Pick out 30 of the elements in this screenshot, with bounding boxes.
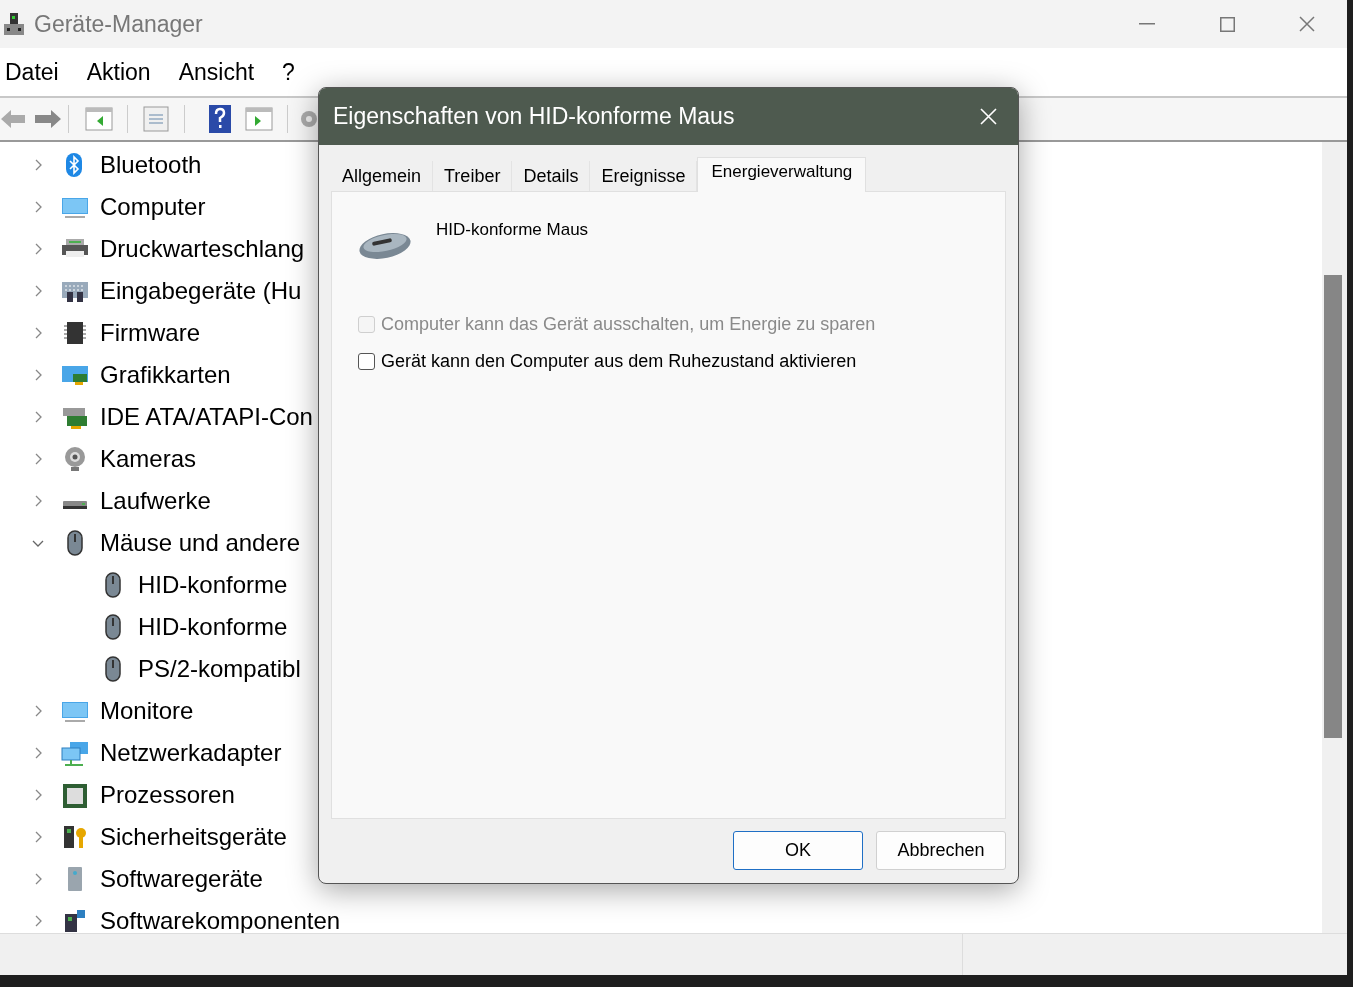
- tree-item[interactable]: Prozessoren: [100, 777, 235, 813]
- tree-item[interactable]: HID-konforme: [138, 567, 288, 603]
- tree-item[interactable]: Grafikkarten: [100, 357, 231, 393]
- tree-item[interactable]: Kameras: [100, 441, 197, 477]
- tree-item[interactable]: Softwaregeräte: [100, 861, 263, 897]
- tab[interactable]: Energieverwaltung: [697, 157, 867, 192]
- window-title: Geräte-Manager: [34, 9, 203, 39]
- tree-item[interactable]: Eingabegeräte (Hu: [100, 273, 302, 309]
- tree-item[interactable]: PS/2-kompatibl: [138, 651, 301, 687]
- checkbox-label: Computer kann das Gerät ausschalten, um Energie zu sparen: [381, 313, 876, 336]
- dialog-button[interactable]: OK: [733, 831, 863, 870]
- tree-item[interactable]: Sicherheitsgeräte: [100, 819, 287, 855]
- tree-item[interactable]: Druckwarteschlang: [100, 231, 305, 267]
- menu-item[interactable]: Datei: [0, 54, 64, 90]
- dialog-button[interactable]: Abbrechen: [876, 831, 1006, 870]
- dialog-title: Eigenschaften von HID-konforme Maus: [333, 102, 735, 132]
- tree-item[interactable]: Netzwerkadapter: [100, 735, 282, 771]
- checkbox-label: Gerät kann den Computer aus dem Ruhezustand aktivieren: [381, 350, 857, 373]
- tree-item[interactable]: IDE ATA/ATAPI-Con: [100, 399, 313, 435]
- tree-item[interactable]: Laufwerke: [100, 483, 211, 519]
- tree-item[interactable]: Firmware: [100, 315, 200, 351]
- tree-item[interactable]: Bluetooth: [100, 147, 202, 183]
- tree-item[interactable]: Mäuse und andere: [100, 525, 301, 561]
- tree-item[interactable]: HID-konforme: [138, 609, 288, 645]
- tree-item[interactable]: Monitore: [100, 693, 194, 729]
- tree-item[interactable]: Computer: [100, 189, 206, 225]
- menu-item[interactable]: Ansicht: [173, 54, 260, 90]
- menu-item[interactable]: ?: [277, 54, 300, 90]
- menu-item[interactable]: Aktion: [81, 54, 156, 90]
- device-name: HID-konforme Maus: [436, 219, 589, 241]
